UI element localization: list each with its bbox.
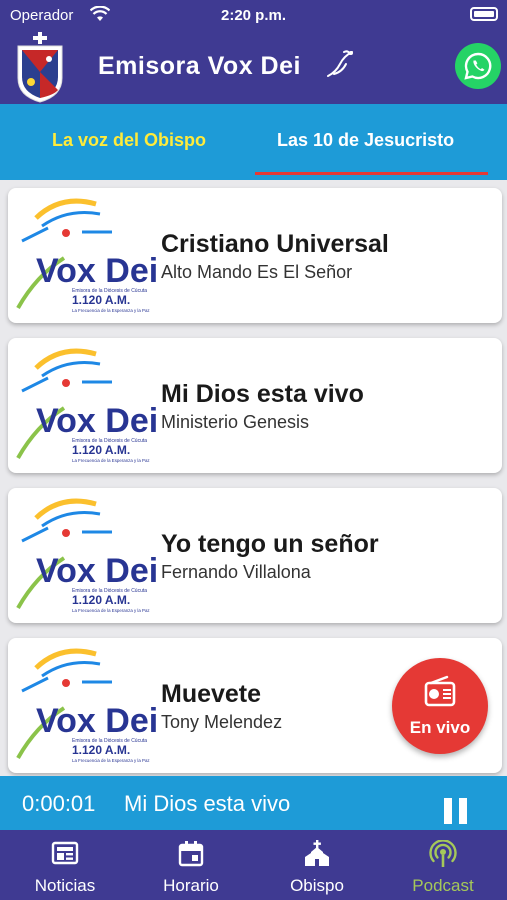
tab-las-10-de-jesucristo[interactable]: Las 10 de Jesucristo xyxy=(277,130,462,151)
logo-line2-text: La Frecuencia de la Esperanza y la Paz xyxy=(72,458,150,463)
song-artist: Fernando Villalona xyxy=(161,562,311,582)
vox-dei-logo: Vox Dei Emisora de la Diócesis de Cúcuta… xyxy=(16,198,158,313)
tab-la-voz-del-obispo[interactable]: La voz del Obispo xyxy=(52,130,206,151)
logo-freq-text: 1.120 A.M. xyxy=(72,293,130,307)
song-artist: Tony Melendez xyxy=(161,712,283,732)
nav-label: Noticias xyxy=(34,876,96,895)
status-bar: Operador 2:20 p.m. xyxy=(0,0,507,30)
vox-dei-logo: Vox Dei Emisora de la Diócesis de Cúcuta… xyxy=(16,648,158,763)
logo-brand-text: Vox Dei xyxy=(36,552,158,590)
vox-dei-logo: Vox Dei Emisora de la Diócesis de Cúcuta… xyxy=(16,498,158,613)
clock: 2:20 p.m. xyxy=(220,7,287,24)
nav-noticias[interactable]: Noticias xyxy=(2,830,128,900)
dove-icon xyxy=(322,46,358,87)
pause-button[interactable] xyxy=(444,798,468,824)
song-title: Mi Dios esta vivo xyxy=(161,380,364,408)
logo-brand-text: Vox Dei xyxy=(36,402,158,440)
song-title: Muevete xyxy=(161,680,262,708)
elapsed-time: 0:00:01 xyxy=(22,791,96,816)
live-radio-button[interactable]: En vivo xyxy=(392,658,488,754)
crest-logo xyxy=(14,32,66,109)
tab-indicator xyxy=(255,172,488,175)
church-icon xyxy=(305,840,329,866)
radio-icon xyxy=(424,675,456,707)
nav-label: Horario xyxy=(163,876,219,895)
logo-line2-text: La Frecuencia de la Esperanza y la Paz xyxy=(72,308,150,313)
nav-obispo[interactable]: Obispo xyxy=(254,830,380,900)
nav-label: Podcast xyxy=(412,876,474,895)
nav-horario[interactable]: Horario xyxy=(128,830,254,900)
logo-line2-text: La Frecuencia de la Esperanza y la Paz xyxy=(72,758,150,763)
logo-brand-text: Vox Dei xyxy=(36,252,158,290)
logo-freq-text: 1.120 A.M. xyxy=(72,593,130,607)
tab-bar: La voz del Obispo Las 10 de Jesucristo xyxy=(0,104,507,180)
calendar-icon xyxy=(178,841,204,867)
battery-icon xyxy=(470,7,498,21)
song-card[interactable]: Vox Dei Emisora de la Diócesis de Cúcuta… xyxy=(8,338,502,473)
app-header: Operador 2:20 p.m. Emisora Vox Dei xyxy=(0,0,507,104)
logo-line2-text: La Frecuencia de la Esperanza y la Paz xyxy=(72,608,150,613)
song-title: Cristiano Universal xyxy=(161,230,389,258)
live-button-label: En vivo xyxy=(409,718,471,737)
nav-label: Obispo xyxy=(290,876,344,895)
whatsapp-button[interactable] xyxy=(455,43,501,89)
song-card[interactable]: Vox Dei Emisora de la Diócesis de Cúcuta… xyxy=(8,488,502,623)
whatsapp-icon xyxy=(464,52,492,80)
song-card[interactable]: Vox Dei Emisora de la Diócesis de Cúcuta… xyxy=(8,188,502,323)
now-playing-bar[interactable]: 0:00:01 Mi Dios esta vivo xyxy=(0,776,507,830)
vox-dei-logo: Vox Dei Emisora de la Diócesis de Cúcuta… xyxy=(16,348,158,463)
song-artist: Alto Mando Es El Señor xyxy=(161,262,353,282)
bottom-nav: Noticias Horario Obispo Podcast xyxy=(0,830,507,900)
song-title: Yo tengo un señor xyxy=(161,530,379,558)
podcast-icon xyxy=(429,840,457,867)
newspaper-icon xyxy=(51,841,79,865)
now-playing-title: Mi Dios esta vivo xyxy=(124,791,291,816)
logo-brand-text: Vox Dei xyxy=(36,702,158,740)
nav-podcast[interactable]: Podcast xyxy=(380,830,506,900)
song-artist: Ministerio Genesis xyxy=(161,412,310,432)
logo-freq-text: 1.120 A.M. xyxy=(72,443,130,457)
pause-icon xyxy=(444,798,452,824)
app-title: Emisora Vox Dei xyxy=(98,52,301,80)
logo-freq-text: 1.120 A.M. xyxy=(72,743,130,757)
